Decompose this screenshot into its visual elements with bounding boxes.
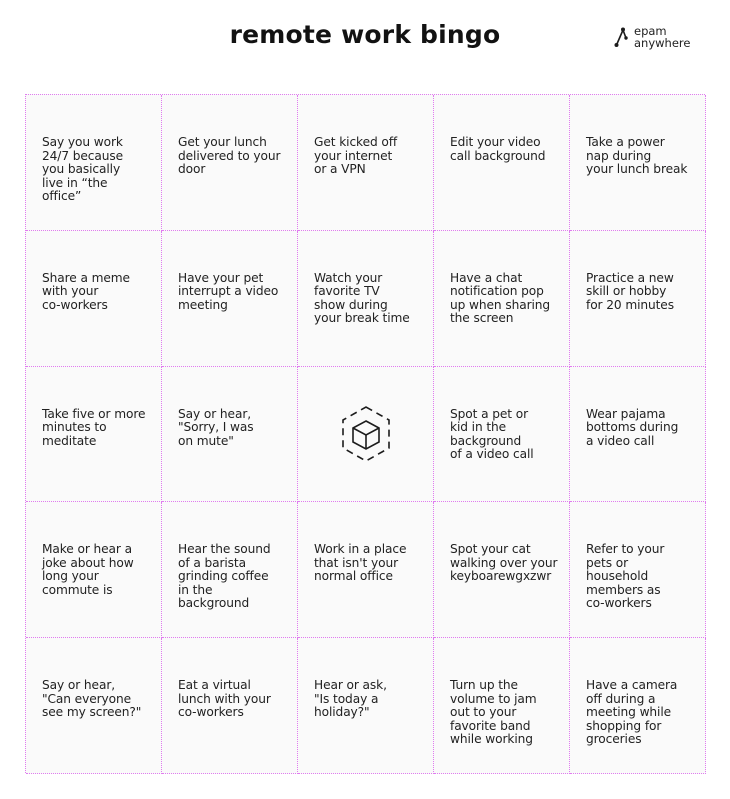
bingo-cell[interactable]: Get kicked off your internet or a VPN <box>298 95 434 231</box>
bingo-cell-text: Share a meme with your co-workers <box>42 270 130 312</box>
bingo-cell[interactable]: Hear or ask, "Is today a holiday?" <box>298 638 434 774</box>
bingo-cell-text: Have your pet interrupt a video meeting <box>178 270 279 312</box>
bingo-cell-text: Have a chat notification pop up when sha… <box>450 270 551 326</box>
bingo-cell[interactable]: Take five or more minutes to meditate <box>26 366 162 503</box>
bingo-cell[interactable]: Get your lunch delivered to your door <box>162 95 298 231</box>
cube-free-space-icon <box>298 367 433 502</box>
bingo-cell-text: Take five or more minutes to meditate <box>42 406 146 448</box>
bingo-cell[interactable]: Have your pet interrupt a video meeting <box>162 230 298 367</box>
bingo-board: Say you work 24/7 because you basically … <box>25 94 706 774</box>
bingo-cell[interactable]: Have a chat notification pop up when sha… <box>434 230 570 367</box>
bingo-cell[interactable]: Share a meme with your co-workers <box>26 230 162 367</box>
bingo-cell[interactable]: Say you work 24/7 because you basically … <box>26 95 162 231</box>
bingo-cell-text: Get your lunch delivered to your door <box>178 135 281 176</box>
bingo-cell-text: Spot a pet or kid in the background of a… <box>450 406 534 462</box>
logo-wordmark: epam anywhere <box>634 25 690 49</box>
bingo-cell[interactable]: Take a power nap during your lunch break <box>570 95 706 231</box>
bingo-cell[interactable]: Refer to your pets or household members … <box>570 502 706 639</box>
bingo-cell[interactable]: Have a camera off during a meeting while… <box>570 638 706 774</box>
bingo-cell[interactable]: Work in a place that isn't your normal o… <box>298 502 434 639</box>
logo-line-anywhere: anywhere <box>634 36 691 50</box>
bingo-cell-text: Eat a virtual lunch with your co-workers <box>178 678 271 720</box>
bingo-cell[interactable]: Watch your favorite TV show during your … <box>298 230 434 367</box>
epam-anywhere-logo-icon <box>614 26 630 48</box>
bingo-cell-text: Practice a new skill or hobby for 20 min… <box>586 270 674 312</box>
bingo-cell[interactable]: Spot your cat walking over your keyboare… <box>434 502 570 639</box>
bingo-cell-text: Hear or ask, "Is today a holiday?" <box>314 678 387 720</box>
bingo-cell-text: Say or hear, "Sorry, I was on mute" <box>178 406 254 448</box>
bingo-cell-text: Take a power nap during your lunch break <box>586 135 688 176</box>
bingo-cell[interactable]: Wear pajama bottoms during a video call <box>570 366 706 503</box>
bingo-cell[interactable]: Practice a new skill or hobby for 20 min… <box>570 230 706 367</box>
bingo-cell[interactable]: Turn up the volume to jam out to your fa… <box>434 638 570 774</box>
bingo-cell-text: Wear pajama bottoms during a video call <box>586 406 679 448</box>
bingo-cell-text: Make or hear a joke about how long your … <box>42 542 134 597</box>
bingo-free-space-cell[interactable] <box>298 366 434 503</box>
bingo-cell[interactable]: Eat a virtual lunch with your co-workers <box>162 638 298 774</box>
bingo-cell-text: Work in a place that isn't your normal o… <box>314 542 407 584</box>
bingo-cell-text: Say you work 24/7 because you basically … <box>42 135 124 203</box>
bingo-cell-text: Spot your cat walking over your keyboare… <box>450 542 558 584</box>
bingo-cell-text: Get kicked off your internet or a VPN <box>314 135 398 176</box>
bingo-cell[interactable]: Say or hear, "Can everyone see my screen… <box>26 638 162 774</box>
bingo-cell-text: Hear the sound of a barista grinding cof… <box>178 542 271 611</box>
bingo-cell[interactable]: Edit your video call background <box>434 95 570 231</box>
bingo-cell[interactable]: Say or hear, "Sorry, I was on mute" <box>162 366 298 503</box>
bingo-cell-text: Say or hear, "Can everyone see my screen… <box>42 678 142 720</box>
bingo-cell-text: Edit your video call background <box>450 135 546 163</box>
bingo-cell-text: Refer to your pets or household members … <box>586 542 665 611</box>
bingo-cell[interactable]: Hear the sound of a barista grinding cof… <box>162 502 298 639</box>
bingo-cell[interactable]: Make or hear a joke about how long your … <box>26 502 162 639</box>
bingo-cell-text: Turn up the volume to jam out to your fa… <box>450 678 537 747</box>
bingo-cell-text: Watch your favorite TV show during your … <box>314 270 410 326</box>
epam-anywhere-logo: epam anywhere <box>614 25 690 49</box>
bingo-cell-text: Have a camera off during a meeting while… <box>586 678 678 747</box>
bingo-cell[interactable]: Spot a pet or kid in the background of a… <box>434 366 570 503</box>
